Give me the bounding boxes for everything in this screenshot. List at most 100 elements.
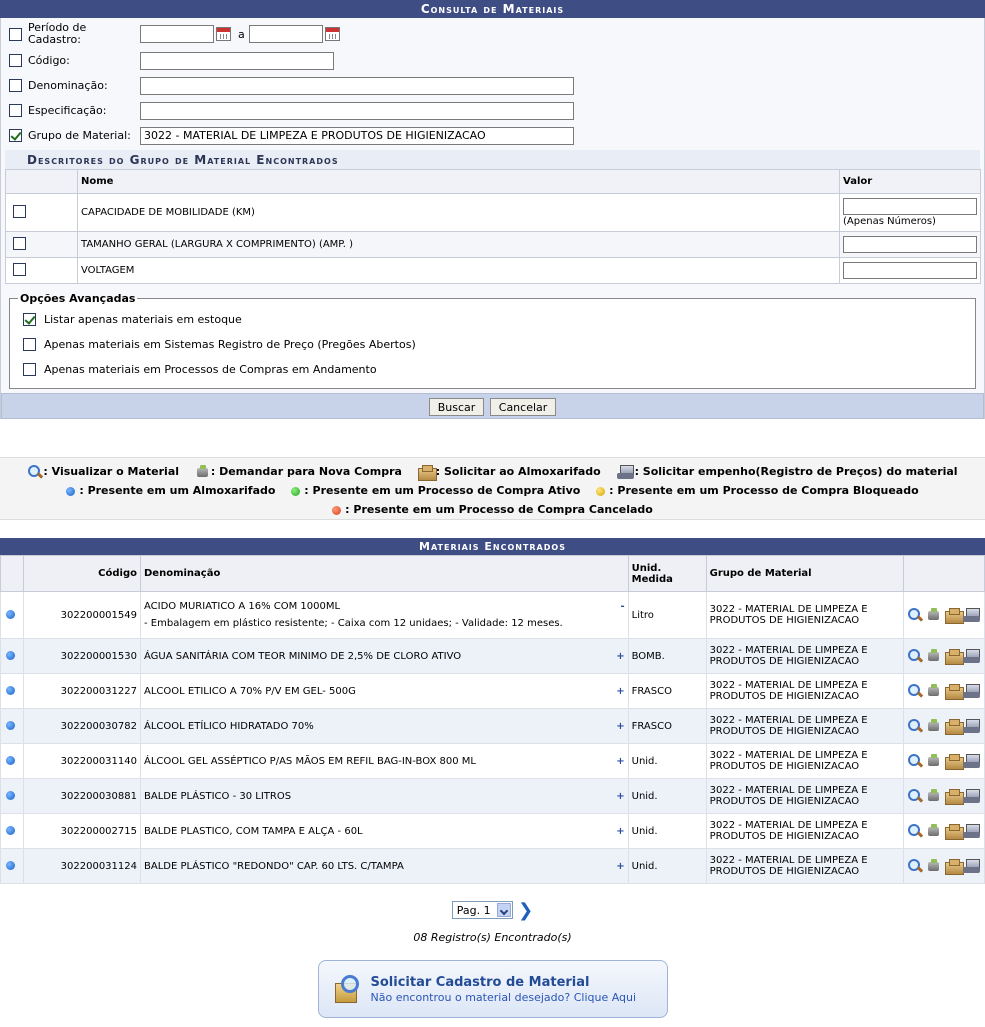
legend-ativo: : Presente em um Processo de Compra Ativ… <box>304 484 581 497</box>
solicitar-cadastro-link[interactable]: Não encontrou o material desejado? Cliqu… <box>371 991 637 1004</box>
material-nome: BALDE PLÁSTICO "REDONDO" CAP. 60 LTS. C/… <box>144 860 404 872</box>
cart-icon[interactable] <box>926 607 942 623</box>
expand-toggle[interactable]: + <box>616 826 624 837</box>
expand-toggle[interactable]: + <box>616 791 624 802</box>
material-denominacao: + ÁGUA SANITÁRIA COM TEOR MINIMO DE 2,5% … <box>140 638 629 674</box>
blue-dot-icon <box>5 791 15 800</box>
next-page-icon[interactable]: ❯ <box>518 900 533 921</box>
descritor-nome: CAPACIDADE DE MOBILIDADE (KM) <box>77 193 840 232</box>
descritor-valor-input[interactable] <box>843 198 977 215</box>
descritor-checkbox[interactable] <box>13 204 26 218</box>
magnifier-icon[interactable] <box>907 607 923 623</box>
codigo-checkbox[interactable] <box>9 54 22 67</box>
material-unid: Litro <box>627 591 707 639</box>
register-price-icon[interactable] <box>963 753 981 769</box>
magnifier-icon[interactable] <box>907 788 923 804</box>
yellow-dot-icon <box>596 486 606 496</box>
blue-dot-icon <box>5 861 15 870</box>
solicitar-cadastro-button[interactable]: Solicitar Cadastro de Material Não encon… <box>317 960 668 1018</box>
buscar-button[interactable]: Buscar <box>428 398 485 416</box>
register-price-icon[interactable] <box>963 823 981 839</box>
descritor-hint: (Apenas Números) <box>843 216 936 227</box>
material-codigo: 302200031124 <box>23 848 141 884</box>
especificacao-input[interactable] <box>140 101 574 120</box>
descritor-valor-input[interactable] <box>843 262 977 279</box>
expand-toggle[interactable]: + <box>616 651 624 662</box>
magnifier-icon[interactable] <box>907 683 923 699</box>
periodo-start-input[interactable] <box>140 25 214 43</box>
box-icon[interactable] <box>945 789 964 805</box>
periodo-checkbox[interactable] <box>9 27 22 41</box>
chevron-down-icon <box>496 903 511 917</box>
estoque-checkbox[interactable] <box>23 313 36 326</box>
box-icon[interactable] <box>945 719 964 735</box>
table-row: 302200031140 + ÁLCOOL GEL ASSÉPTICO P/AS M… <box>0 743 985 779</box>
magnifier-icon <box>27 464 43 480</box>
material-codigo: 302200002715 <box>23 813 141 849</box>
box-icon[interactable] <box>945 684 964 700</box>
expand-toggle[interactable]: + <box>616 861 624 872</box>
calendar-icon[interactable] <box>324 27 340 41</box>
descritor-valor-input[interactable] <box>843 236 977 253</box>
especificacao-checkbox[interactable] <box>9 104 22 117</box>
descritores-title: Descritores do Grupo de Material Encontr… <box>5 150 980 169</box>
calendar-icon[interactable] <box>216 27 231 41</box>
expand-toggle[interactable]: + <box>616 721 624 732</box>
search-box-icon <box>331 973 363 1005</box>
form-actions: Buscar Cancelar <box>1 393 984 419</box>
magnifier-icon[interactable] <box>907 718 923 734</box>
grupo-input[interactable] <box>140 126 574 145</box>
box-icon[interactable] <box>945 608 964 624</box>
magnifier-icon[interactable] <box>907 858 923 874</box>
material-nome: ÁLCOOL GEL ASSÉPTICO P/AS MÃOS EM REFIL … <box>144 755 476 767</box>
material-codigo: 302200030881 <box>23 778 141 814</box>
box-icon[interactable] <box>945 649 964 665</box>
register-price-icon[interactable] <box>963 788 981 804</box>
material-actions <box>902 848 985 884</box>
page-select[interactable]: Pag. 1 <box>451 901 513 919</box>
denominacao-checkbox[interactable] <box>9 79 22 92</box>
box-icon[interactable] <box>945 754 964 770</box>
consulta-form: Período de Cadastro: a Código: Denominaç… <box>0 18 985 419</box>
registro-preco-checkbox[interactable] <box>23 338 36 351</box>
periodo-end-input[interactable] <box>248 25 323 43</box>
register-price-icon[interactable] <box>963 607 981 623</box>
descritor-checkbox[interactable] <box>13 236 26 250</box>
expand-toggle[interactable]: + <box>616 756 624 767</box>
material-grupo: 3022 - MATERIAL DE LIMPEZA E PRODUTOS DE… <box>705 848 904 884</box>
register-price-icon[interactable] <box>963 683 981 699</box>
magnifier-icon[interactable] <box>907 823 923 839</box>
processos-compras-checkbox[interactable] <box>23 363 36 376</box>
grupo-checkbox[interactable] <box>9 129 22 142</box>
magnifier-icon[interactable] <box>907 648 923 664</box>
box-icon[interactable] <box>945 824 964 840</box>
box-icon[interactable] <box>945 859 964 875</box>
material-codigo: 302200031227 <box>23 673 141 709</box>
expand-toggle[interactable]: - <box>620 601 624 612</box>
cart-icon[interactable] <box>926 683 942 699</box>
register-price-icon[interactable] <box>963 858 981 874</box>
register-price-icon[interactable] <box>963 718 981 734</box>
cart-icon[interactable] <box>926 648 942 664</box>
descritor-checkbox[interactable] <box>13 262 26 276</box>
material-denominacao: + ÁLCOOL ETÍLICO HIDRATADO 70% <box>140 708 629 744</box>
magnifier-icon[interactable] <box>907 753 923 769</box>
material-actions <box>902 778 985 814</box>
material-nome: ALCOOL ETILICO A 70% P/V EM GEL- 500G <box>144 685 356 697</box>
denominacao-input[interactable] <box>140 76 574 95</box>
cart-icon[interactable] <box>926 823 942 839</box>
descritores-col-valor: Valor <box>839 169 981 194</box>
cart-icon[interactable] <box>926 858 942 874</box>
cancelar-button[interactable]: Cancelar <box>489 398 557 416</box>
cart-icon[interactable] <box>926 753 942 769</box>
expand-toggle[interactable]: + <box>616 686 624 697</box>
periodo-sep: a <box>238 27 245 41</box>
cart-icon[interactable] <box>926 718 942 734</box>
table-row: 302200002715 + BALDE PLASTICO, COM TAMPA E… <box>0 813 985 849</box>
cart-icon[interactable] <box>926 788 942 804</box>
material-codigo: 302200031140 <box>23 743 141 779</box>
codigo-input[interactable] <box>140 51 334 70</box>
cart-icon <box>195 464 211 480</box>
blue-dot-icon <box>5 721 15 730</box>
register-price-icon[interactable] <box>963 648 981 664</box>
